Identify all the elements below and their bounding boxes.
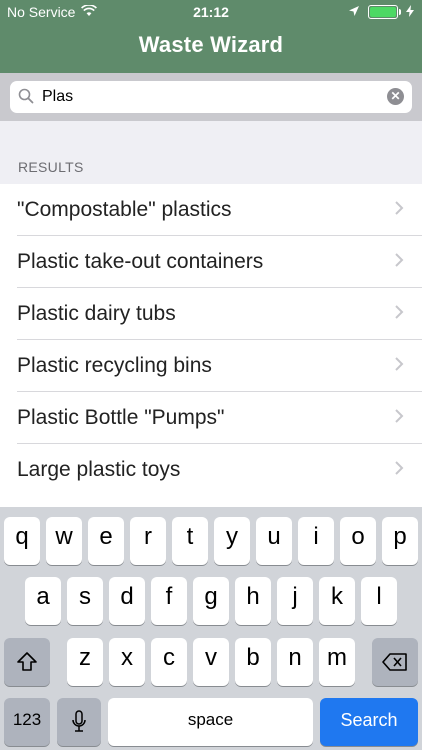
key-r[interactable]: r	[130, 517, 166, 565]
key-label: p	[393, 523, 407, 550]
key-j[interactable]: j	[277, 577, 313, 625]
list-item-label: "Compostable" plastics	[17, 198, 232, 221]
list-item-label: Plastic take-out containers	[17, 250, 264, 273]
list-item[interactable]: Plastic dairy tubs	[17, 288, 422, 340]
backspace-icon	[382, 653, 407, 671]
page-title: Waste Wizard	[138, 32, 284, 57]
key-a[interactable]: a	[25, 577, 61, 625]
search-input[interactable]: Plas ✕	[10, 81, 412, 113]
key-label: u	[267, 523, 281, 550]
list-item-label: Large plastic toys	[17, 458, 181, 481]
space-key[interactable]: space	[108, 698, 313, 746]
key-q[interactable]: q	[4, 517, 40, 565]
key-k[interactable]: k	[319, 577, 355, 625]
microphone-icon	[72, 710, 86, 732]
key-label: b	[246, 644, 260, 671]
key-label: d	[120, 583, 134, 610]
key-label: f	[165, 583, 173, 610]
key-z[interactable]: z	[67, 638, 103, 686]
chevron-right-icon	[395, 253, 404, 267]
key-e[interactable]: e	[88, 517, 124, 565]
key-label: Search	[340, 710, 398, 730]
key-label: s	[79, 583, 91, 610]
key-u[interactable]: u	[256, 517, 292, 565]
clear-search-icon[interactable]: ✕	[387, 88, 404, 105]
status-bar: No Service 21:12	[0, 0, 422, 24]
key-label: x	[121, 644, 133, 671]
key-label: v	[205, 644, 217, 671]
list-item-label: Plastic Bottle "Pumps"	[17, 406, 225, 429]
list-item[interactable]: Large plastic toys	[17, 444, 422, 496]
onscreen-keyboard: q w e r t y u i o p a s d f g h j k l z …	[0, 507, 422, 750]
chevron-right-icon	[395, 305, 404, 319]
key-o[interactable]: o	[340, 517, 376, 565]
key-f[interactable]: f	[151, 577, 187, 625]
key-label: space	[187, 710, 234, 729]
key-label: w	[55, 523, 73, 550]
chevron-right-icon	[395, 201, 404, 215]
key-x[interactable]: x	[109, 638, 145, 686]
numbers-key[interactable]: 123	[4, 698, 50, 746]
key-c[interactable]: c	[151, 638, 187, 686]
key-b[interactable]: b	[235, 638, 271, 686]
key-label: c	[163, 644, 175, 671]
key-w[interactable]: w	[46, 517, 82, 565]
key-label: z	[79, 644, 91, 671]
key-p[interactable]: p	[382, 517, 418, 565]
key-label: k	[331, 583, 343, 610]
search-icon	[18, 88, 34, 109]
navigation-header: No Service 21:12 Waste Wizard	[0, 0, 422, 73]
dictation-key[interactable]	[57, 698, 101, 746]
shift-icon	[17, 652, 37, 671]
key-d[interactable]: d	[109, 577, 145, 625]
key-label: y	[226, 523, 238, 550]
key-label: m	[327, 644, 347, 671]
charging-bolt-icon	[406, 4, 414, 20]
key-label: i	[313, 523, 319, 550]
list-item-label: Plastic dairy tubs	[17, 302, 176, 325]
key-label: o	[351, 523, 365, 550]
key-label: l	[376, 583, 382, 610]
key-label: j	[292, 583, 298, 610]
list-item[interactable]: Plastic take-out containers	[17, 236, 422, 288]
key-i[interactable]: i	[298, 517, 334, 565]
key-label: 123	[12, 710, 42, 729]
key-label: n	[288, 644, 302, 671]
backspace-key[interactable]	[372, 638, 418, 686]
key-l[interactable]: l	[361, 577, 397, 625]
key-v[interactable]: v	[193, 638, 229, 686]
results-list: "Compostable" plastics Plastic take-out …	[0, 184, 422, 496]
key-label: g	[204, 583, 218, 610]
list-item-label: Plastic recycling bins	[17, 354, 212, 377]
chevron-right-icon	[395, 461, 404, 475]
chevron-right-icon	[395, 409, 404, 423]
search-bar: Plas ✕	[0, 73, 422, 121]
search-key[interactable]: Search	[320, 698, 418, 746]
key-t[interactable]: t	[172, 517, 208, 565]
shift-key[interactable]	[4, 638, 50, 686]
key-y[interactable]: y	[214, 517, 250, 565]
key-label: q	[15, 523, 29, 550]
list-item[interactable]: Plastic recycling bins	[17, 340, 422, 392]
key-label: a	[36, 583, 50, 610]
list-item[interactable]: "Compostable" plastics	[17, 184, 422, 236]
key-label: h	[246, 583, 260, 610]
results-section-header: RESULTS	[0, 121, 422, 184]
search-query-text[interactable]: Plas	[42, 88, 73, 106]
key-m[interactable]: m	[319, 638, 355, 686]
key-h[interactable]: h	[235, 577, 271, 625]
key-label: e	[99, 523, 113, 550]
location-arrow-icon	[348, 4, 360, 20]
key-s[interactable]: s	[67, 577, 103, 625]
list-item[interactable]: Plastic Bottle "Pumps"	[17, 392, 422, 444]
chevron-right-icon	[395, 357, 404, 371]
list-overflow-area	[0, 490, 422, 507]
key-label: t	[186, 523, 194, 550]
battery-icon	[368, 5, 401, 19]
key-g[interactable]: g	[193, 577, 229, 625]
key-n[interactable]: n	[277, 638, 313, 686]
results-section-label: RESULTS	[18, 159, 84, 175]
key-label: r	[144, 523, 152, 550]
